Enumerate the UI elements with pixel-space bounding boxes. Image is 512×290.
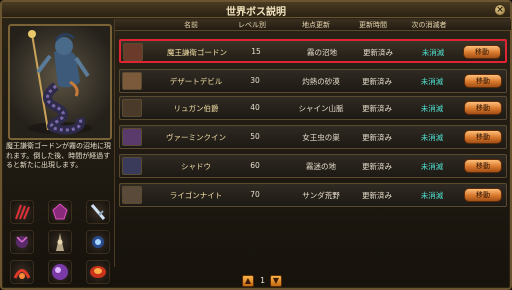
- move-button[interactable]: 移動: [464, 159, 502, 173]
- boss-location: サンダ荒野: [302, 191, 340, 200]
- boss-icon: [122, 157, 142, 175]
- boss-location: 女王虫の巣: [302, 133, 340, 142]
- header-update-time: 更新時間: [359, 21, 387, 29]
- boss-name: ヴァーミンクイン: [166, 133, 226, 142]
- blue-orb-skill-icon[interactable]: [86, 230, 110, 254]
- boss-level: 70: [250, 190, 260, 199]
- boss-icon: [123, 43, 143, 61]
- boss-next-killer: 未消滅: [420, 104, 444, 113]
- boss-row-2[interactable]: デザートデビル 30 灼熱の砂漠 更新済み 未消滅 移動: [119, 69, 507, 93]
- boss-row-3[interactable]: リュガン伯爵 40 シャイン山脈 更新済み 未消滅 移動: [119, 96, 507, 120]
- boss-portrait-image: [28, 30, 92, 135]
- boss-name: シャドウ: [181, 162, 211, 171]
- boss-name: ライゴンナイト: [169, 191, 223, 200]
- boss-name: 魔王謙衛ゴードン: [167, 48, 227, 57]
- boss-location: シャイン山脈: [298, 104, 344, 113]
- pagination: ▲ 1 ▼: [242, 275, 292, 289]
- boss-location: 灼熱の砂漠: [302, 77, 340, 86]
- boss-level: 30: [250, 76, 260, 85]
- red-burst-skill-icon[interactable]: [10, 260, 34, 284]
- move-button[interactable]: 移動: [463, 45, 501, 59]
- header-location: 地点更新: [302, 21, 330, 29]
- dark-orb-skill-icon[interactable]: [10, 230, 34, 254]
- boss-next-killer: 未消滅: [420, 77, 444, 86]
- boss-row-5[interactable]: シャドウ 60 霧迷の地 更新済み 未消滅 移動: [119, 154, 507, 178]
- boss-icon: [122, 128, 142, 146]
- boss-row-6[interactable]: ライゴンナイト 70 サンダ荒野 更新済み 未消滅 移動: [119, 183, 507, 207]
- prev-page-button[interactable]: ▲: [242, 275, 254, 287]
- boss-level: 50: [250, 132, 260, 141]
- boss-portrait: [8, 24, 112, 140]
- boss-next-killer: 未消滅: [421, 48, 445, 57]
- boss-row-1[interactable]: 魔王謙衛ゴードン 15 霧の沼地 更新済み 未消滅 移動: [119, 39, 507, 63]
- move-button[interactable]: 移動: [464, 130, 502, 144]
- header-level: レベル別: [238, 21, 266, 29]
- header-next-killer: 次の消滅者: [411, 21, 447, 29]
- boss-update-time: 更新済み: [362, 104, 392, 113]
- boss-next-killer: 未消滅: [420, 191, 444, 200]
- boss-location: 霧の沼地: [307, 48, 337, 57]
- boss-location: 霧迷の地: [306, 162, 336, 171]
- boss-name: デザートデビル: [169, 77, 223, 86]
- table-header: 名前 レベル別 地点更新 更新時間 次の消滅者: [115, 19, 511, 31]
- world-boss-window: 世界ボス説明 × 魔王謙衛ゴードンが霧の沼地に現れます。倒した後、時間が経過する…: [0, 0, 512, 290]
- title-bar[interactable]: 世界ボス説明 ×: [2, 2, 510, 18]
- boss-table: 名前 レベル別 地点更新 更新時間 次の消滅者 魔王謙衛ゴードン 15 霧の沼地…: [114, 19, 511, 267]
- boss-icon: [122, 72, 142, 90]
- boss-name: リュガン伯爵: [173, 104, 219, 113]
- boss-icon: [122, 186, 142, 204]
- page-number: 1: [260, 276, 266, 285]
- boss-level: 40: [250, 103, 260, 112]
- move-button[interactable]: 移動: [464, 188, 502, 202]
- boss-icon: [122, 99, 142, 117]
- skill-icon-grid: [10, 200, 114, 286]
- header-name: 名前: [184, 21, 198, 29]
- fire-orb-skill-icon[interactable]: [86, 260, 110, 284]
- boss-update-time: 更新済み: [362, 162, 392, 171]
- violet-sphere-skill-icon[interactable]: [48, 260, 72, 284]
- close-button[interactable]: ×: [494, 4, 506, 16]
- window-title: 世界ボス説明: [226, 7, 286, 18]
- spire-skill-icon[interactable]: [48, 230, 72, 254]
- move-button[interactable]: 移動: [464, 74, 502, 88]
- boss-update-time: 更新済み: [362, 77, 392, 86]
- boss-next-killer: 未消滅: [420, 133, 444, 142]
- boss-description: 魔王謙衛ゴードンが霧の沼地に現れます。倒した後、時間が経過すると新たに出現します…: [6, 142, 111, 169]
- boss-update-time: 更新済み: [362, 191, 392, 200]
- purple-gem-skill-icon[interactable]: [48, 200, 72, 224]
- next-page-button[interactable]: ▼: [270, 275, 282, 287]
- boss-update-time: 更新済み: [363, 48, 393, 57]
- sword-skill-icon[interactable]: [86, 200, 110, 224]
- boss-level: 15: [251, 47, 261, 56]
- boss-next-killer: 未消滅: [420, 162, 444, 171]
- claw-skill-icon[interactable]: [10, 200, 34, 224]
- move-button[interactable]: 移動: [464, 101, 502, 115]
- boss-update-time: 更新済み: [362, 133, 392, 142]
- boss-level: 60: [250, 161, 260, 170]
- boss-row-4[interactable]: ヴァーミンクイン 50 女王虫の巣 更新済み 未消滅 移動: [119, 125, 507, 149]
